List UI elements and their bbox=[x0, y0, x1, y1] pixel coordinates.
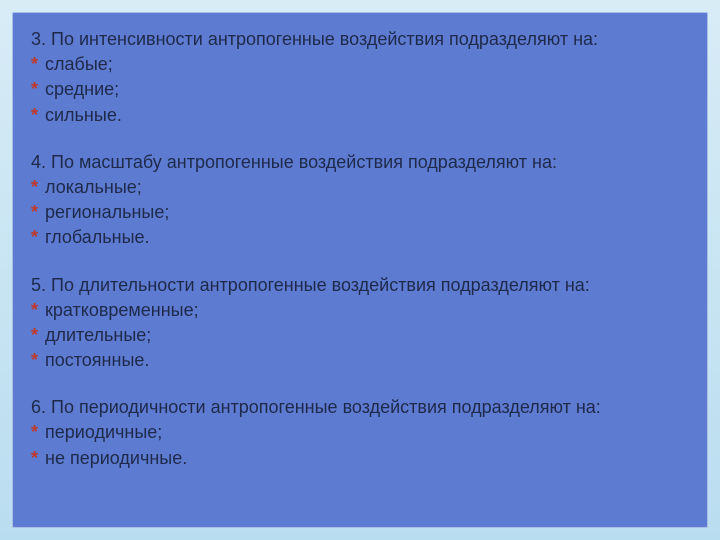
list-item-text: локальные; bbox=[45, 175, 142, 200]
bullet-asterisk: * bbox=[31, 52, 45, 77]
list-item: *средние; bbox=[31, 77, 689, 102]
bullet-asterisk: * bbox=[31, 348, 45, 373]
list-item-text: слабые; bbox=[45, 52, 113, 77]
list-item-text: глобальные. bbox=[45, 225, 150, 250]
bullet-asterisk: * bbox=[31, 175, 45, 200]
list-item: *глобальные. bbox=[31, 225, 689, 250]
list-item-text: периодичные; bbox=[45, 420, 162, 445]
slide-card: 3. По интенсивности антропогенные воздей… bbox=[12, 12, 708, 528]
list-item-text: региональные; bbox=[45, 200, 169, 225]
list-item-text: кратковременные; bbox=[45, 298, 199, 323]
list-item-text: сильные. bbox=[45, 103, 122, 128]
list-item: *длительные; bbox=[31, 323, 689, 348]
bullet-asterisk: * bbox=[31, 446, 45, 471]
bullet-asterisk: * bbox=[31, 225, 45, 250]
section-6: 6. По периодичности антропогенные воздей… bbox=[31, 395, 689, 471]
bullet-asterisk: * bbox=[31, 420, 45, 445]
bullet-asterisk: * bbox=[31, 200, 45, 225]
section-3: 3. По интенсивности антропогенные воздей… bbox=[31, 27, 689, 128]
section-heading: 4. По масштабу антропогенные воздействия… bbox=[31, 150, 689, 175]
list-item-text: длительные; bbox=[45, 323, 151, 348]
list-item: *постоянные. bbox=[31, 348, 689, 373]
list-item: *локальные; bbox=[31, 175, 689, 200]
list-item-text: постоянные. bbox=[45, 348, 149, 373]
bullet-asterisk: * bbox=[31, 77, 45, 102]
bullet-asterisk: * bbox=[31, 323, 45, 348]
section-heading: 3. По интенсивности антропогенные воздей… bbox=[31, 27, 689, 52]
list-item-text: средние; bbox=[45, 77, 119, 102]
list-item-text: не периодичные. bbox=[45, 446, 187, 471]
section-heading: 6. По периодичности антропогенные воздей… bbox=[31, 395, 689, 420]
section-5: 5. По длительности антропогенные воздейс… bbox=[31, 273, 689, 374]
list-item: *слабые; bbox=[31, 52, 689, 77]
section-heading: 5. По длительности антропогенные воздейс… bbox=[31, 273, 689, 298]
list-item: *не периодичные. bbox=[31, 446, 689, 471]
list-item: *кратковременные; bbox=[31, 298, 689, 323]
bullet-asterisk: * bbox=[31, 298, 45, 323]
section-4: 4. По масштабу антропогенные воздействия… bbox=[31, 150, 689, 251]
list-item: *периодичные; bbox=[31, 420, 689, 445]
list-item: *региональные; bbox=[31, 200, 689, 225]
bullet-asterisk: * bbox=[31, 103, 45, 128]
list-item: *сильные. bbox=[31, 103, 689, 128]
